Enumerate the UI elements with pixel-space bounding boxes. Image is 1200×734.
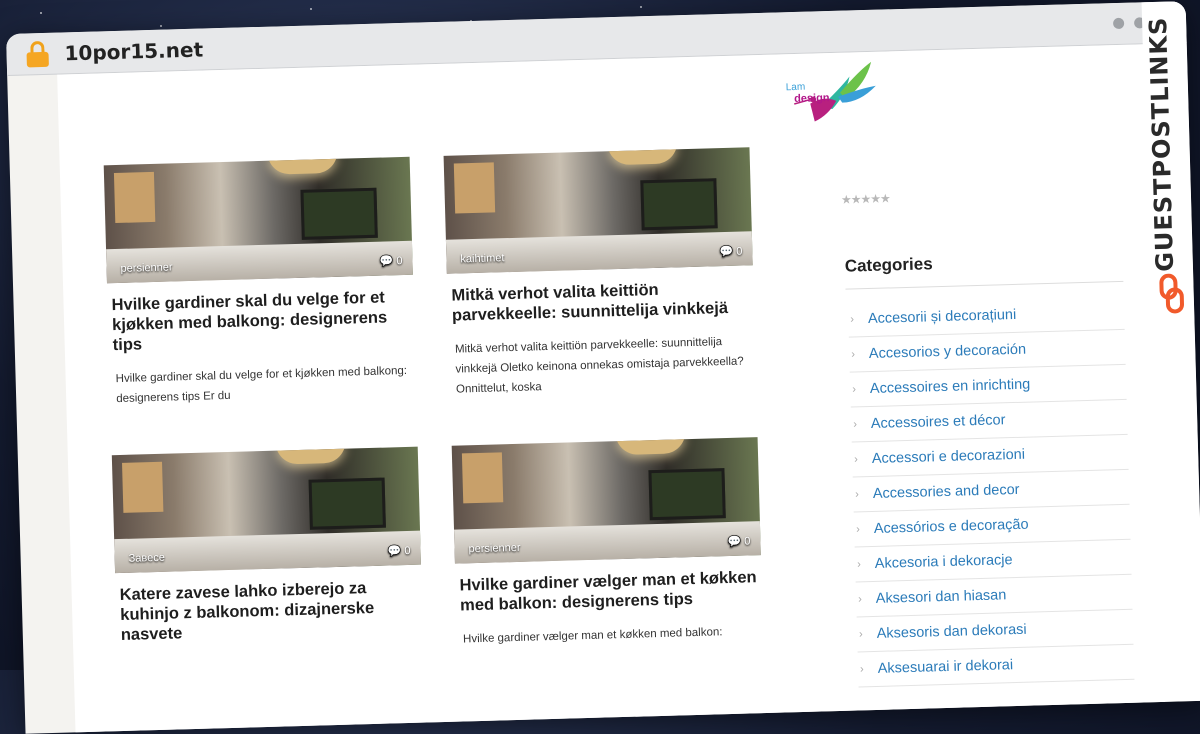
categories-list: › Accesorii și decorațiuni › Accesorios y … <box>847 294 1135 688</box>
banner-text: GUESTPOSTLINKS <box>1143 16 1180 273</box>
post-card[interactable]: Завесе 💬 0 Katere zavese lahko izberejo … <box>111 446 424 659</box>
category-link-label[interactable]: Accessoires et décor <box>871 412 1006 432</box>
post-card[interactable]: kaihtimet 💬 0 Mitkä verhot valita keitti… <box>443 147 757 399</box>
comment-count-value: 0 <box>744 535 751 548</box>
post-thumbnail[interactable]: persienner 💬 0 <box>103 156 413 284</box>
browser-window: 10por15.net Lam design persienner 💬 0 Hv… <box>6 1 1200 734</box>
post-category-label[interactable]: persienner <box>468 542 520 555</box>
post-thumbnail[interactable]: Завесе 💬 0 <box>111 446 421 574</box>
post-title[interactable]: Hvilke gardiner vælger man et køkken med… <box>459 567 758 615</box>
post-title[interactable]: Hvilke gardiner skal du velge for et kjø… <box>111 287 411 355</box>
chevron-right-icon: › <box>856 558 861 571</box>
comment-count: 💬 0 <box>719 245 743 259</box>
category-link-label[interactable]: Accessoires en inrichting <box>870 377 1031 397</box>
post-excerpt: Hvilke gardiner skal du velge for et kjø… <box>115 364 408 406</box>
chain-link-icon <box>1159 273 1185 314</box>
post-excerpt <box>123 651 419 659</box>
post-title[interactable]: Mitkä verhot valita keittiön parvekkeell… <box>451 277 750 325</box>
chevron-right-icon: › <box>852 383 857 396</box>
lock-icon <box>26 40 49 67</box>
category-link-label[interactable]: Accesorii și decorațiuni <box>868 307 1017 327</box>
post-card[interactable]: persienner 💬 0 Hvilke gardiner vælger ma… <box>451 437 764 649</box>
chevron-right-icon: › <box>854 453 859 466</box>
chevron-right-icon: › <box>855 488 860 501</box>
post-category-label[interactable]: Завесе <box>129 552 166 565</box>
comment-count-value: 0 <box>736 245 743 258</box>
chevron-right-icon: › <box>858 628 863 641</box>
post-excerpt: Mitkä verhot valita keittiön parvekkeell… <box>454 336 744 396</box>
category-link-label[interactable]: Aksesuarai ir dekorai <box>878 657 1014 677</box>
post-card[interactable]: persienner 💬 0 Hvilke gardiner skal du v… <box>103 156 417 409</box>
comment-count: 💬 0 <box>379 255 403 268</box>
post-category-label[interactable]: persienner <box>120 261 172 274</box>
post-title[interactable]: Katere zavese lahko izberejo za kuhinjo … <box>119 577 419 645</box>
chevron-right-icon: › <box>857 593 862 606</box>
category-link-label[interactable]: Aksesoris dan dekorasi <box>877 622 1027 642</box>
category-link-label[interactable]: Aksesori dan hiasan <box>876 587 1007 607</box>
category-link-label[interactable]: Acessórios e decoração <box>874 517 1029 537</box>
comment-count: 💬 0 <box>727 535 751 549</box>
categories-heading: Categories <box>844 254 933 276</box>
category-link[interactable]: › Aksesuarai ir dekorai <box>857 644 1135 688</box>
chevron-right-icon: › <box>850 313 855 326</box>
categories-divider <box>845 280 1124 290</box>
category-link-label[interactable]: Accesorios y decoración <box>869 342 1027 362</box>
logo-text-design: design <box>793 92 830 106</box>
window-dot-icon[interactable] <box>1112 17 1125 30</box>
post-category-label[interactable]: kaihtimet <box>460 252 504 265</box>
post-excerpt: Hvilke gardiner vælger man et køkken med… <box>462 626 723 646</box>
web-page: Lam design persienner 💬 0 Hvilke gardine… <box>57 44 1166 734</box>
address-bar-url[interactable]: 10por15.net <box>64 37 203 65</box>
chevron-right-icon: › <box>853 418 858 431</box>
comment-count: 💬 0 <box>387 544 411 558</box>
comment-count-value: 0 <box>404 544 411 558</box>
category-link-label[interactable]: Akcesoria i dekoracje <box>875 552 1013 572</box>
category-link-label[interactable]: Accessories and decor <box>873 482 1020 502</box>
category-link-label[interactable]: Accessori e decorazioni <box>872 447 1026 467</box>
comment-count-value: 0 <box>396 255 403 268</box>
post-thumbnail[interactable]: kaihtimet 💬 0 <box>443 147 753 274</box>
post-thumbnail[interactable]: persienner 💬 0 <box>451 437 761 564</box>
logo-text-lam: Lam <box>785 81 806 94</box>
chevron-right-icon: › <box>855 523 861 536</box>
rating-stars: ★★★★★ <box>840 191 890 207</box>
chevron-right-icon: › <box>859 663 864 676</box>
chevron-right-icon: › <box>851 348 856 361</box>
